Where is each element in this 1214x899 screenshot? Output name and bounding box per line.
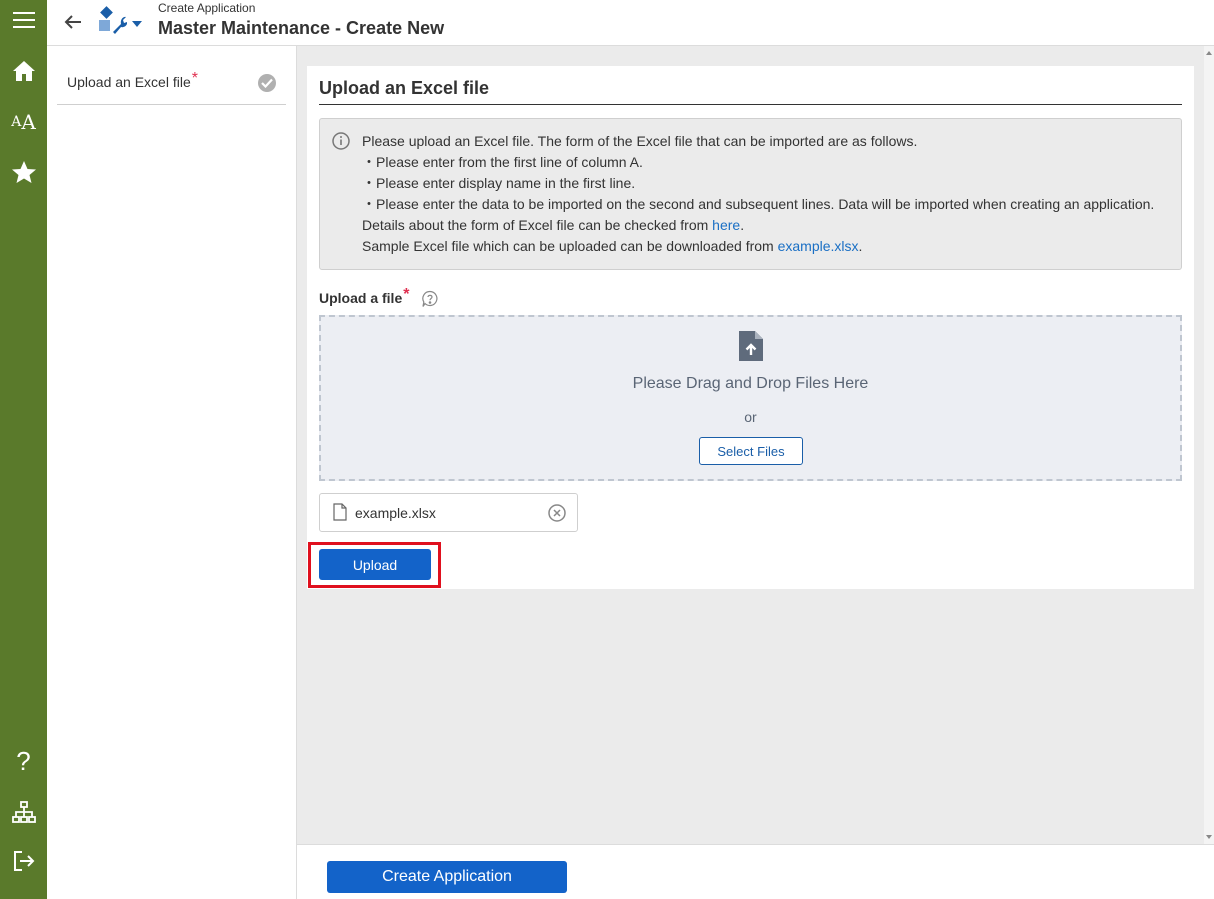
- create-application-button[interactable]: Create Application: [327, 861, 567, 893]
- dropzone-text: Please Drag and Drop Files Here: [632, 375, 869, 392]
- select-files-button[interactable]: Select Files: [699, 437, 803, 465]
- scroll-up-arrow-icon[interactable]: [1206, 51, 1212, 55]
- upload-button[interactable]: Upload: [319, 549, 431, 580]
- page-title: Master Maintenance - Create New: [158, 18, 445, 38]
- selected-file: example.xlsx: [319, 493, 578, 532]
- step-sidebar: Upload an Excel file*: [47, 46, 297, 899]
- logout-icon[interactable]: [0, 841, 47, 881]
- remove-file-icon[interactable]: [547, 503, 567, 526]
- details-link[interactable]: here: [712, 217, 740, 233]
- info-box: Please upload an Excel file. The form of…: [319, 118, 1182, 270]
- file-name: example.xlsx: [355, 505, 436, 521]
- step-label: Upload an Excel file: [67, 74, 191, 90]
- info-text: Please upload an Excel file. The form of…: [362, 133, 1155, 254]
- footer-bar: Create Application: [297, 844, 1214, 899]
- step-item-upload-excel[interactable]: Upload an Excel file*: [57, 66, 286, 105]
- vertical-scrollbar[interactable]: [1204, 46, 1214, 844]
- info-icon: [332, 132, 350, 153]
- required-mark: *: [403, 286, 410, 303]
- file-dropzone[interactable]: Please Drag and Drop Files Here or Selec…: [319, 315, 1182, 481]
- sitemap-icon[interactable]: [0, 792, 47, 832]
- app-switch-caret-icon[interactable]: [132, 14, 142, 30]
- upload-panel: Upload an Excel file Please upload an Ex…: [307, 66, 1194, 589]
- file-upload-icon: [739, 331, 763, 364]
- app-tool-icon[interactable]: [97, 6, 128, 36]
- check-circle-icon: [258, 74, 276, 92]
- breadcrumb: Create Application: [158, 1, 256, 15]
- file-icon: [333, 503, 347, 524]
- main-content: Upload an Excel file Please upload an Ex…: [297, 46, 1204, 844]
- star-icon[interactable]: [0, 152, 47, 192]
- section-title: Upload an Excel file: [319, 78, 1182, 105]
- upload-field-label: Upload a file*: [319, 286, 410, 306]
- home-icon[interactable]: [0, 51, 47, 91]
- menu-icon[interactable]: [0, 0, 47, 40]
- font-size-icon[interactable]: AA: [0, 102, 47, 142]
- required-mark: *: [191, 70, 198, 87]
- dropzone-or: or: [744, 409, 757, 425]
- sample-file-link[interactable]: example.xlsx: [778, 238, 859, 254]
- app-header: Create Application Master Maintenance - …: [47, 0, 1214, 46]
- help-bubble-icon[interactable]: [421, 290, 439, 311]
- back-arrow-icon[interactable]: [61, 10, 85, 34]
- scroll-down-arrow-icon[interactable]: [1206, 835, 1212, 839]
- app-rail: AA ?: [0, 0, 47, 899]
- help-icon[interactable]: ?: [0, 741, 47, 781]
